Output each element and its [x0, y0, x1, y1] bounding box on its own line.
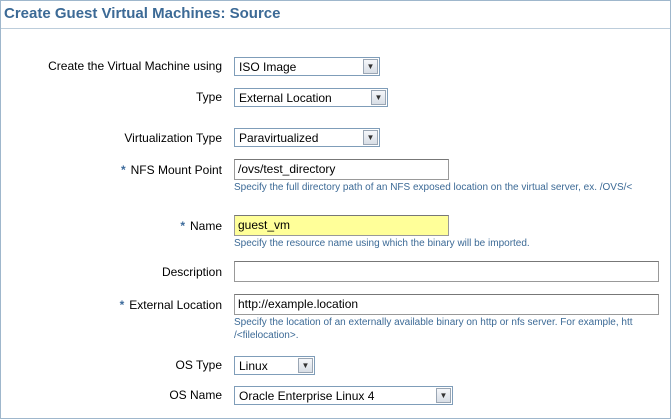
external-location-input[interactable]: http://example.location	[234, 294, 659, 315]
os-type-select[interactable]: Linux ▼	[234, 356, 315, 375]
chevron-down-icon[interactable]: ▼	[298, 358, 313, 373]
description-label: Description	[161, 265, 222, 279]
nfs-mount-hint: Specify the full directory path of an NF…	[234, 182, 633, 193]
name-label: * Name	[180, 219, 222, 233]
os-name-select[interactable]: Oracle Enterprise Linux 4 ▼	[234, 386, 453, 405]
description-input[interactable]	[234, 261, 659, 282]
name-hint: Specify the resource name using which th…	[234, 238, 530, 249]
form-panel: Create Guest Virtual Machines: Source Cr…	[0, 0, 671, 419]
nfs-mount-input[interactable]: /ovs/test_directory	[234, 159, 449, 180]
nfs-mount-label: * NFS Mount Point	[121, 163, 222, 177]
os-type-value: Linux	[239, 359, 268, 373]
name-label-text: Name	[189, 219, 222, 233]
type-value: External Location	[239, 91, 332, 105]
required-marker: *	[180, 219, 185, 233]
chevron-down-icon[interactable]: ▼	[363, 130, 378, 145]
chevron-down-icon[interactable]: ▼	[436, 388, 451, 403]
nfs-mount-label-text: NFS Mount Point	[130, 163, 222, 177]
external-location-hint-cont: /<filelocation>.	[234, 330, 299, 341]
chevron-down-icon[interactable]: ▼	[371, 90, 386, 105]
type-select[interactable]: External Location ▼	[234, 88, 388, 107]
external-location-label: * External Location	[120, 298, 222, 312]
page-title: Create Guest Virtual Machines: Source	[4, 5, 281, 22]
required-marker: *	[119, 298, 125, 312]
os-type-label: OS Type	[175, 358, 222, 372]
name-input[interactable]: guest_vm	[234, 215, 449, 236]
required-marker: *	[120, 163, 126, 177]
virt-type-label: Virtualization Type	[124, 131, 222, 145]
create-using-label: Create the Virtual Machine using	[48, 59, 222, 73]
title-divider	[1, 28, 670, 29]
virt-type-value: Paravirtualized	[239, 131, 319, 145]
virt-type-select[interactable]: Paravirtualized ▼	[234, 128, 380, 147]
os-name-value: Oracle Enterprise Linux 4	[239, 389, 375, 403]
create-using-value: ISO Image	[239, 60, 297, 74]
os-name-label: OS Name	[169, 388, 222, 402]
external-location-hint: Specify the location of an externally av…	[234, 317, 633, 328]
create-using-select[interactable]: ISO Image ▼	[234, 57, 380, 76]
external-location-label-text: External Location	[129, 298, 222, 312]
type-label: Type	[195, 90, 222, 104]
chevron-down-icon[interactable]: ▼	[363, 59, 378, 74]
